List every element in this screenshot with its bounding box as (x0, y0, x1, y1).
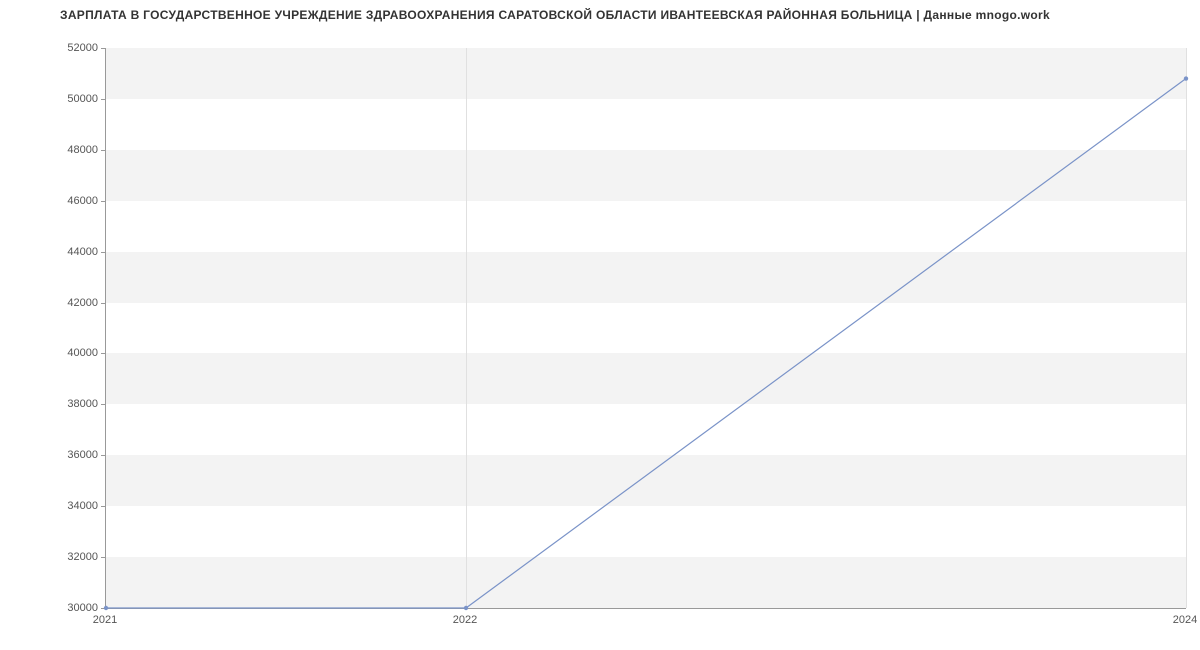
y-tick-label: 46000 (8, 195, 98, 207)
y-tick-label: 32000 (8, 551, 98, 563)
x-tick-label: 2022 (453, 614, 477, 626)
y-tick-label: 34000 (8, 500, 98, 512)
y-tick-label: 42000 (8, 297, 98, 309)
data-point (104, 606, 108, 610)
y-tick-label: 50000 (8, 93, 98, 105)
y-tick-label: 40000 (8, 347, 98, 359)
line-series (106, 48, 1186, 608)
plot-area (105, 48, 1186, 609)
chart-title: ЗАРПЛАТА В ГОСУДАРСТВЕННОЕ УЧРЕЖДЕНИЕ ЗД… (60, 8, 1050, 22)
data-point (464, 606, 468, 610)
x-gridline (1186, 48, 1187, 608)
y-tick-label: 52000 (8, 42, 98, 54)
salary-chart: ЗАРПЛАТА В ГОСУДАРСТВЕННОЕ УЧРЕЖДЕНИЕ ЗД… (0, 0, 1200, 650)
y-tick-label: 44000 (8, 246, 98, 258)
x-tick-label: 2024 (1173, 614, 1197, 626)
y-tick-label: 30000 (8, 602, 98, 614)
x-tick-label: 2021 (93, 614, 117, 626)
y-tick-label: 38000 (8, 398, 98, 410)
y-tick-label: 36000 (8, 449, 98, 461)
data-point (1184, 76, 1188, 80)
y-tick-label: 48000 (8, 144, 98, 156)
